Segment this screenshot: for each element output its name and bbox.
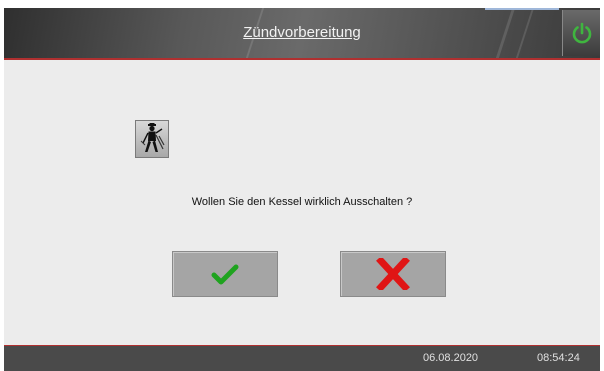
app-window: Zündvorbereitung Wollen Sie den Kessel w…	[4, 8, 600, 371]
dialog-content: Wollen Sie den Kessel wirklich Ausschalt…	[4, 60, 600, 345]
header-bar: Zündvorbereitung	[4, 8, 600, 58]
chimney-sweep-button[interactable]	[135, 120, 169, 158]
page-title: Zündvorbereitung	[243, 24, 361, 41]
confirm-button[interactable]	[172, 251, 278, 297]
chimney-sweep-icon	[140, 123, 165, 152]
power-button[interactable]	[562, 10, 600, 56]
time-display: 08:54:24	[537, 352, 580, 364]
cancel-button[interactable]	[340, 251, 446, 297]
cross-icon	[376, 258, 410, 290]
date-display: 06.08.2020	[423, 352, 479, 364]
power-icon	[572, 22, 591, 44]
header-tab-indicator	[485, 8, 559, 10]
confirmation-question: Wollen Sie den Kessel wirklich Ausschalt…	[191, 196, 413, 208]
checkmark-icon	[211, 264, 239, 285]
status-bar: 06.08.2020 08:54:24	[4, 345, 600, 371]
